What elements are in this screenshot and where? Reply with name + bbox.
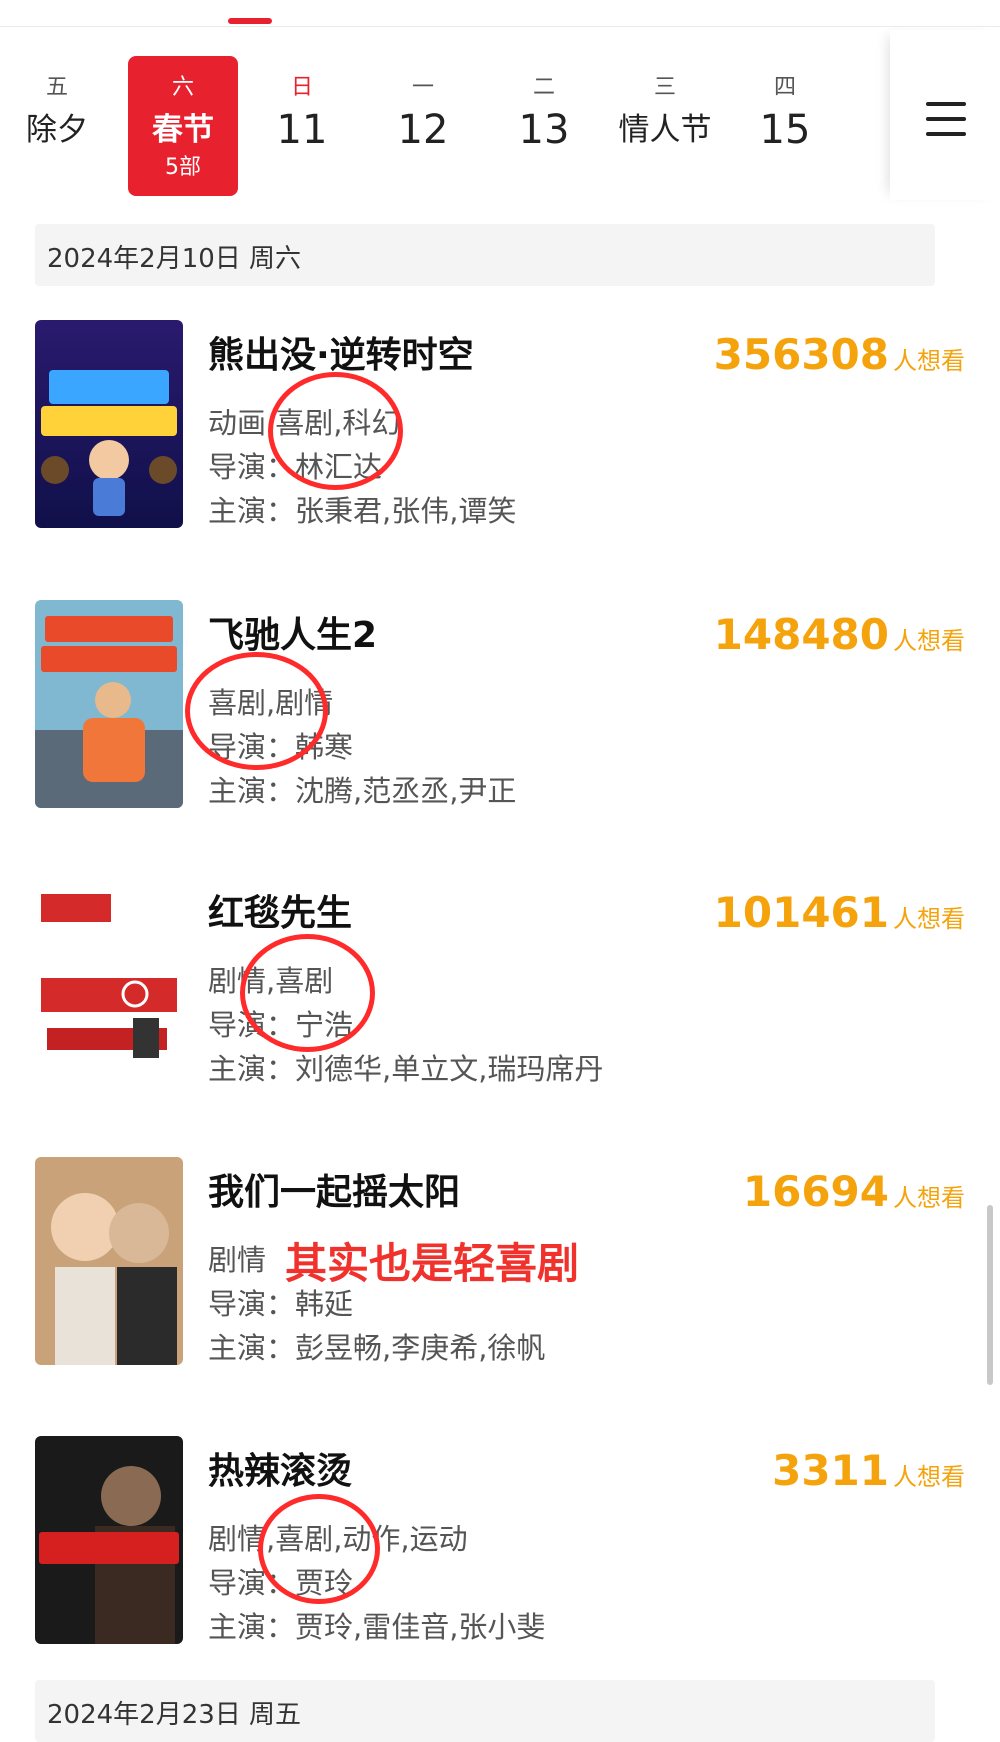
date-section-header: 2024年2月23日 周五 — [35, 1680, 935, 1742]
weekday-label: 三 — [653, 75, 676, 100]
want-count: 16694 — [742, 1167, 889, 1216]
movie-title: 熊出没·逆转时空 — [208, 335, 474, 376]
weekday-label: 六 — [171, 75, 194, 100]
want-unit: 人想看 — [893, 905, 965, 933]
movie-genres: 剧情 — [208, 1243, 267, 1277]
movie-poster[interactable] — [35, 878, 183, 1086]
movie-genres: 剧情,喜剧 — [208, 964, 334, 998]
date-tab-valentine[interactable]: 三 情人节 — [610, 56, 720, 196]
movie-director: 导演：韩寒 — [208, 730, 354, 764]
date-label: 情人节 — [618, 112, 712, 148]
date-tab-chuxi[interactable]: 五 除夕 — [2, 56, 112, 196]
weekday-label: 二 — [532, 75, 555, 100]
section-date: 2024年2月10日 周六 — [47, 244, 302, 274]
want-to-see: 148480 人想看 — [714, 610, 965, 659]
top-tab-indicator — [228, 18, 272, 24]
weekday-label: 一 — [411, 75, 434, 100]
scrollbar[interactable] — [987, 1205, 993, 1385]
date-label: 13 — [518, 107, 570, 153]
movie-director: 导演：宁浩 — [208, 1008, 354, 1042]
movie-item[interactable]: 飞驰人生2 喜剧,剧情 导演：韩寒 主演：沈腾,范丞丞,尹正 148480 人想看 — [35, 600, 965, 810]
want-to-see: 356308 人想看 — [714, 330, 965, 379]
movie-poster[interactable] — [35, 1157, 183, 1365]
movie-item[interactable]: 红毯先生 剧情,喜剧 导演：宁浩 主演：刘德华,单立文,瑞玛席丹 101461 人… — [35, 878, 965, 1088]
date-tab-13[interactable]: 二 13 — [489, 56, 599, 196]
movie-genres: 动画,喜剧,科幻 — [208, 406, 401, 440]
date-label: 11 — [276, 107, 328, 153]
movie-title: 飞驰人生2 — [208, 615, 378, 656]
movie-title: 我们一起摇太阳 — [208, 1172, 461, 1213]
want-count: 101461 — [713, 888, 889, 937]
date-label: 春节 — [152, 112, 214, 148]
weekday-label: 日 — [290, 75, 313, 100]
movie-item[interactable]: 熊出没·逆转时空 动画,喜剧,科幻 导演：林汇达 主演：张秉君,张伟,谭笑 35… — [35, 320, 965, 530]
want-to-see: 3311 人想看 — [772, 1446, 965, 1495]
menu-area — [890, 30, 1000, 200]
movie-item[interactable]: 热辣滚烫 剧情,喜剧,动作,运动 导演：贾玲 主演：贾玲,雷佳音,张小斐 331… — [35, 1436, 965, 1646]
want-count: 356308 — [713, 330, 889, 379]
movie-cast: 主演：刘德华,单立文,瑞玛席丹 — [208, 1052, 604, 1086]
movie-director: 导演：贾玲 — [208, 1566, 354, 1600]
date-tab-15[interactable]: 四 15 — [730, 56, 840, 196]
date-label: 除夕 — [26, 112, 88, 148]
want-count: 148480 — [713, 610, 889, 659]
movie-cast: 主演：沈腾,范丞丞,尹正 — [208, 774, 517, 808]
want-to-see: 16694 人想看 — [743, 1167, 965, 1216]
date-strip: 五 除夕 六 春节 5部 日 11 一 12 二 13 三 情人节 四 15 — [0, 30, 1000, 210]
want-to-see: 101461 人想看 — [714, 888, 965, 937]
want-count: 3311 — [772, 1446, 889, 1495]
want-unit: 人想看 — [893, 1184, 965, 1212]
want-unit: 人想看 — [893, 347, 965, 375]
annotation-note: 其实也是轻喜剧 — [285, 1239, 580, 1288]
date-tab-12[interactable]: 一 12 — [368, 56, 478, 196]
menu-icon[interactable] — [926, 102, 966, 136]
top-divider — [0, 26, 1000, 27]
want-unit: 人想看 — [893, 627, 965, 655]
movie-director: 导演：林汇达 — [208, 450, 383, 484]
movie-poster[interactable] — [35, 600, 183, 808]
movie-poster[interactable] — [35, 1436, 183, 1644]
date-tab-chunjie[interactable]: 六 春节 5部 — [128, 56, 238, 196]
movie-count: 5部 — [165, 155, 201, 180]
movie-cast: 主演：贾玲,雷佳音,张小斐 — [208, 1610, 546, 1644]
movie-poster[interactable] — [35, 320, 183, 528]
movie-cast: 主演：张秉君,张伟,谭笑 — [208, 494, 517, 528]
weekday-label: 五 — [45, 75, 68, 100]
date-tab-11[interactable]: 日 11 — [247, 56, 357, 196]
weekday-label: 四 — [773, 75, 796, 100]
movie-genres: 喜剧,剧情 — [208, 686, 334, 720]
date-label: 12 — [397, 107, 449, 153]
date-section-header: 2024年2月10日 周六 — [35, 224, 935, 286]
movie-cast: 主演：彭昱畅,李庚希,徐帆 — [208, 1331, 546, 1365]
want-unit: 人想看 — [893, 1463, 965, 1491]
movie-title: 红毯先生 — [208, 893, 353, 934]
movie-genres: 剧情,喜剧,动作,运动 — [208, 1522, 468, 1556]
date-label: 15 — [759, 107, 811, 153]
section-date: 2024年2月23日 周五 — [47, 1700, 302, 1730]
movie-title: 热辣滚烫 — [208, 1451, 353, 1492]
